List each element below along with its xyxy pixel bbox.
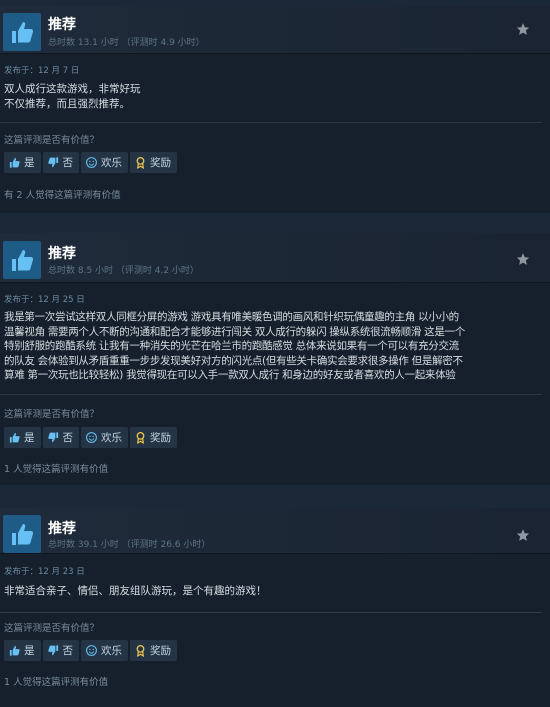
review-header: 推荐 总时数 13.1 小时 （评测时 4.9 小时） (0, 6, 550, 54)
divider (0, 612, 542, 613)
thumbs-up-icon (8, 156, 21, 169)
vote-funny-label: 欢乐 (101, 645, 122, 657)
vote-funny-label: 欢乐 (101, 157, 122, 169)
thumbs-down-icon (47, 431, 60, 444)
star-icon[interactable] (516, 251, 530, 270)
review-date: 发布于：12 月 23 日 (4, 567, 85, 577)
review-card: 推荐 总时数 13.1 小时 （评测时 4.9 小时） 发布于：12 月 7 日… (0, 6, 550, 213)
vote-funny-button[interactable]: 欢乐 (81, 427, 128, 448)
smiley-icon (85, 156, 98, 169)
thumbs-down-icon (47, 156, 60, 169)
vote-buttons: 是 否 欢乐 奖励 (4, 640, 177, 661)
review-line: 温馨视角 需要两个人不断的沟通和配合才能够进行闯关 双人成行的躲闪 操纵系统很流… (4, 325, 465, 338)
review-line: 的队友 会体验到从矛盾重重一步步发现美好对方的闪光点(但有些关卡确实会要求很多操… (4, 354, 463, 367)
vote-no-button[interactable]: 否 (42, 640, 79, 661)
review-playtime: 总时数 39.1 小时 （评测时 26.6 小时） (48, 540, 211, 550)
helpful-question: 这篇评测是否有价值？ (4, 135, 100, 146)
helpful-question: 这篇评测是否有价值？ (4, 623, 100, 634)
award-icon (134, 644, 147, 657)
vote-yes-label: 是 (24, 432, 35, 444)
review-body: 我是第一次尝试这样双人同框分屏的游戏 游戏具有唯美暖色调的画风和针织玩偶童趣的主… (4, 310, 546, 383)
vote-no-label: 否 (62, 157, 74, 169)
helpful-count: 1 人觉得这篇评测有价值 (4, 677, 109, 688)
award-button[interactable]: 奖励 (130, 427, 177, 448)
award-label: 奖励 (150, 645, 171, 657)
review-body: 非常适合亲子、情侣、朋友组队游玩，是个有趣的游戏！ (4, 584, 546, 599)
vote-no-button[interactable]: 否 (42, 427, 79, 448)
helpful-count: 1 人觉得这篇评测有价值 (4, 464, 109, 475)
vote-funny-button[interactable]: 欢乐 (81, 152, 128, 173)
review-card: 推荐 总时数 8.5 小时 （评测时 4.2 小时） 发布于：12 月 25 日… (0, 233, 550, 485)
vote-no-button[interactable]: 否 (42, 152, 79, 173)
review-date: 发布于：12 月 25 日 (4, 295, 85, 305)
vote-funny-label: 欢乐 (101, 432, 122, 444)
review-verdict[interactable]: 推荐 (48, 243, 76, 263)
award-button[interactable]: 奖励 (130, 640, 177, 661)
award-button[interactable]: 奖励 (130, 152, 177, 173)
thumbs-down-icon (47, 644, 60, 657)
thumbs-up-icon (3, 13, 41, 51)
review-line: 非常适合亲子、情侣、朋友组队游玩，是个有趣的游戏！ (4, 585, 267, 597)
vote-no-label: 否 (62, 432, 74, 444)
review-line: 不仅推荐，而且强烈推荐。 (4, 97, 130, 110)
vote-buttons: 是 否 欢乐 奖励 (4, 152, 177, 173)
award-label: 奖励 (150, 432, 171, 444)
vote-funny-button[interactable]: 欢乐 (81, 640, 128, 661)
vote-yes-label: 是 (24, 157, 35, 169)
divider (0, 122, 542, 123)
review-line: 算难 第一次玩也比较轻松) 我觉得现在可以入手一款双人成行 和身边的好友或者喜欢… (4, 369, 456, 381)
review-body: 双人成行这款游戏，非常好玩 不仅推荐，而且强烈推荐。 (4, 82, 546, 111)
review-verdict[interactable]: 推荐 (48, 518, 76, 538)
star-icon[interactable] (516, 21, 530, 40)
vote-yes-label: 是 (24, 645, 35, 657)
review-header: 推荐 总时数 39.1 小时 （评测时 26.6 小时） (0, 508, 550, 554)
review-header: 推荐 总时数 8.5 小时 （评测时 4.2 小时） (0, 233, 550, 283)
thumbs-up-icon (8, 644, 21, 657)
thumbs-up-icon (3, 241, 41, 279)
divider (0, 394, 542, 395)
vote-yes-button[interactable]: 是 (4, 427, 41, 448)
smiley-icon (85, 431, 98, 444)
thumbs-up-icon (8, 431, 21, 444)
thumbs-up-icon (3, 515, 41, 553)
review-line: 特别舒服的跑酷系统 让我有一种消失的光芒在哈兰市的跑酷感觉 总体来说如果有一个可… (4, 340, 459, 352)
review-playtime: 总时数 8.5 小时 （评测时 4.2 小时） (48, 266, 199, 276)
review-line: 双人成行这款游戏，非常好玩 (4, 83, 141, 95)
review-playtime: 总时数 13.1 小时 （评测时 4.9 小时） (48, 38, 205, 48)
review-card: 推荐 总时数 39.1 小时 （评测时 26.6 小时） 发布于：12 月 23… (0, 508, 550, 707)
vote-no-label: 否 (62, 645, 74, 657)
vote-buttons: 是 否 欢乐 奖励 (4, 427, 177, 448)
vote-yes-button[interactable]: 是 (4, 640, 41, 661)
review-line: 我是第一次尝试这样双人同框分屏的游戏 游戏具有唯美暖色调的画风和针织玩偶童趣的主… (4, 311, 459, 323)
smiley-icon (85, 644, 98, 657)
award-icon (134, 431, 147, 444)
helpful-question: 这篇评测是否有价值？ (4, 409, 100, 420)
award-label: 奖励 (150, 157, 171, 169)
award-icon (134, 156, 147, 169)
star-icon[interactable] (516, 527, 530, 546)
vote-yes-button[interactable]: 是 (4, 152, 41, 173)
helpful-count: 有 2 人觉得这篇评测有价值 (4, 190, 121, 201)
review-date: 发布于：12 月 7 日 (4, 66, 80, 76)
review-verdict[interactable]: 推荐 (48, 14, 76, 34)
